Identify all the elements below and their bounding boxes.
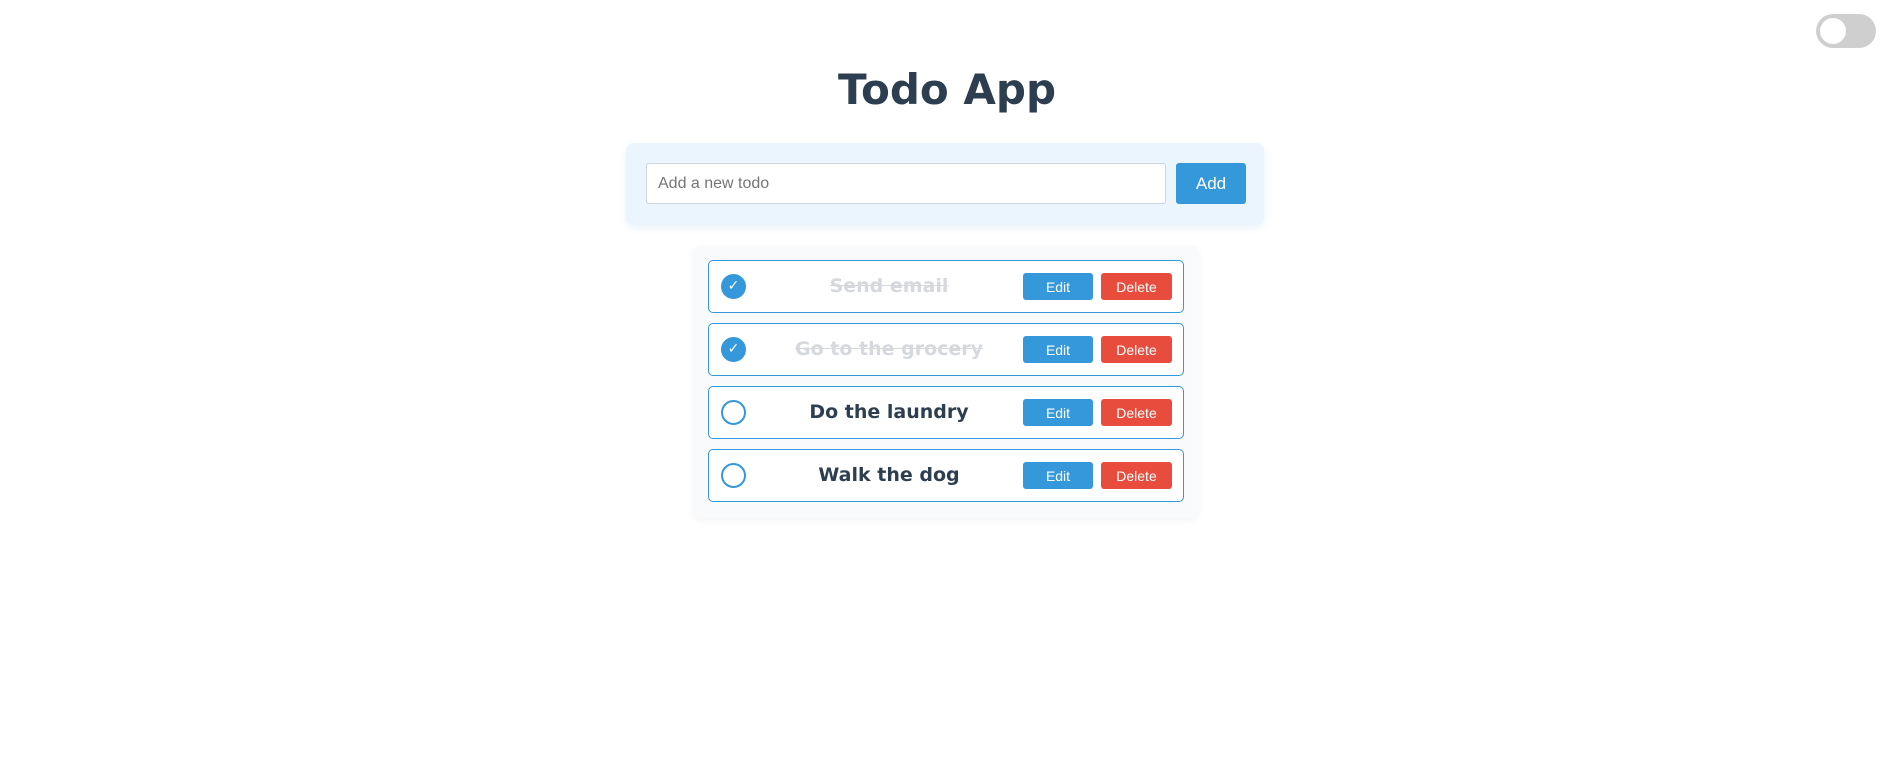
todo-text: Send email [829,275,949,297]
new-todo-input[interactable] [646,163,1166,204]
checkbox-icon[interactable]: ✓ [721,337,746,362]
add-button[interactable]: Add [1176,163,1246,204]
todo-text: Walk the dog [818,464,960,486]
checkbox-icon[interactable] [721,463,746,488]
todo-item: Walk the dog Edit Delete [708,449,1184,502]
app-page: Todo App Add ✓ Send email Edit Delete ✓ … [0,0,1894,762]
delete-button[interactable]: Delete [1101,462,1172,489]
todo-list: ✓ Send email Edit Delete ✓ Go to the gro… [694,246,1198,518]
edit-button[interactable]: Edit [1023,462,1093,489]
page-title: Todo App [837,65,1057,114]
edit-button[interactable]: Edit [1023,273,1093,300]
todo-item: Do the laundry Edit Delete [708,386,1184,439]
todo-text: Do the laundry [809,401,969,423]
edit-button[interactable]: Edit [1023,399,1093,426]
toggle-knob [1820,18,1846,44]
todo-item: ✓ Go to the grocery Edit Delete [708,323,1184,376]
todo-item: ✓ Send email Edit Delete [708,260,1184,313]
delete-button[interactable]: Delete [1101,336,1172,363]
delete-button[interactable]: Delete [1101,399,1172,426]
add-todo-form: Add [626,143,1264,225]
theme-toggle-switch[interactable] [1816,14,1876,48]
todo-text: Go to the grocery [794,338,984,360]
edit-button[interactable]: Edit [1023,336,1093,363]
delete-button[interactable]: Delete [1101,273,1172,300]
checkbox-icon[interactable]: ✓ [721,274,746,299]
checkbox-icon[interactable] [721,400,746,425]
